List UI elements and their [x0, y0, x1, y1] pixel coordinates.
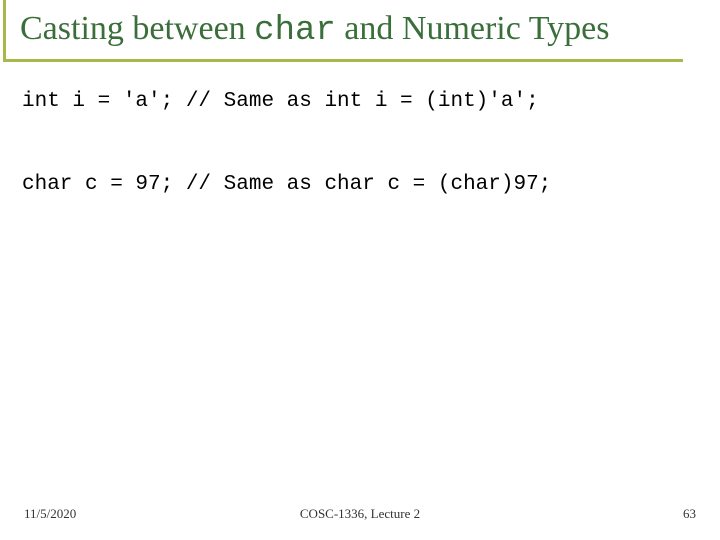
footer: 11/5/2020 COSC-1336, Lecture 2 63 — [0, 506, 720, 522]
footer-page: 63 — [683, 506, 696, 522]
title-part2: and Numeric Types — [336, 10, 610, 47]
footer-course: COSC-1336, Lecture 2 — [300, 506, 420, 522]
slide: Casting between char and Numeric Types i… — [0, 0, 720, 540]
footer-date: 11/5/2020 — [24, 506, 76, 522]
code-line-2: char c = 97; // Same as char c = (char)9… — [22, 173, 698, 196]
title-mono: char — [254, 12, 336, 50]
content-area: int i = 'a'; // Same as int i = (int)'a'… — [0, 62, 720, 196]
code-line-1: int i = 'a'; // Same as int i = (int)'a'… — [22, 90, 698, 113]
title-part1: Casting between — [20, 10, 254, 47]
title-container: Casting between char and Numeric Types — [3, 0, 683, 62]
slide-title: Casting between char and Numeric Types — [20, 8, 669, 53]
